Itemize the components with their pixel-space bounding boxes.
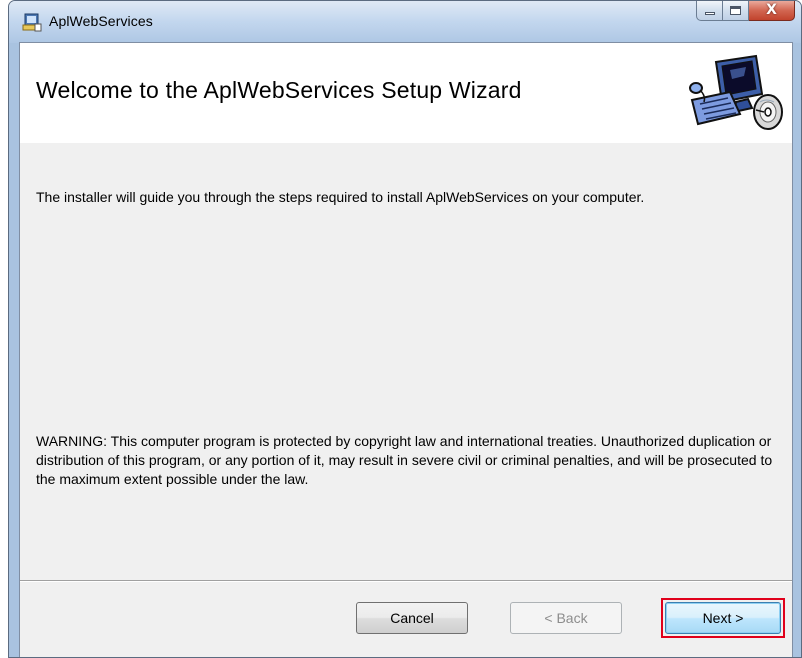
copyright-warning: WARNING: This computer program is protec… — [36, 433, 773, 487]
window-title: AplWebServices — [49, 13, 153, 29]
intro-text: The installer will guide you through the… — [36, 189, 645, 205]
maximize-button[interactable] — [723, 1, 749, 21]
close-button[interactable]: X — [749, 1, 795, 21]
wizard-banner: Welcome to the AplWebServices Setup Wiza… — [20, 43, 792, 143]
back-button[interactable]: < Back — [510, 602, 622, 634]
close-icon: X — [766, 2, 777, 18]
maximize-icon — [730, 6, 741, 15]
installer-icon — [22, 12, 42, 32]
caption-buttons: X — [696, 1, 795, 23]
wizard-title: Welcome to the AplWebServices Setup Wiza… — [36, 77, 522, 103]
installer-window: AplWebServices X Welcome to the AplWebSe… — [8, 0, 802, 658]
title-bar[interactable]: AplWebServices X — [9, 1, 801, 43]
wizard-client-area: Welcome to the AplWebServices Setup Wiza… — [19, 42, 793, 657]
banner-divider — [20, 142, 792, 143]
computer-cd-icon — [686, 52, 784, 134]
cancel-button[interactable]: Cancel — [356, 602, 468, 634]
minimize-button[interactable] — [696, 1, 723, 21]
next-button-highlight — [661, 598, 785, 638]
footer-divider — [20, 580, 792, 582]
minimize-icon — [705, 12, 715, 15]
